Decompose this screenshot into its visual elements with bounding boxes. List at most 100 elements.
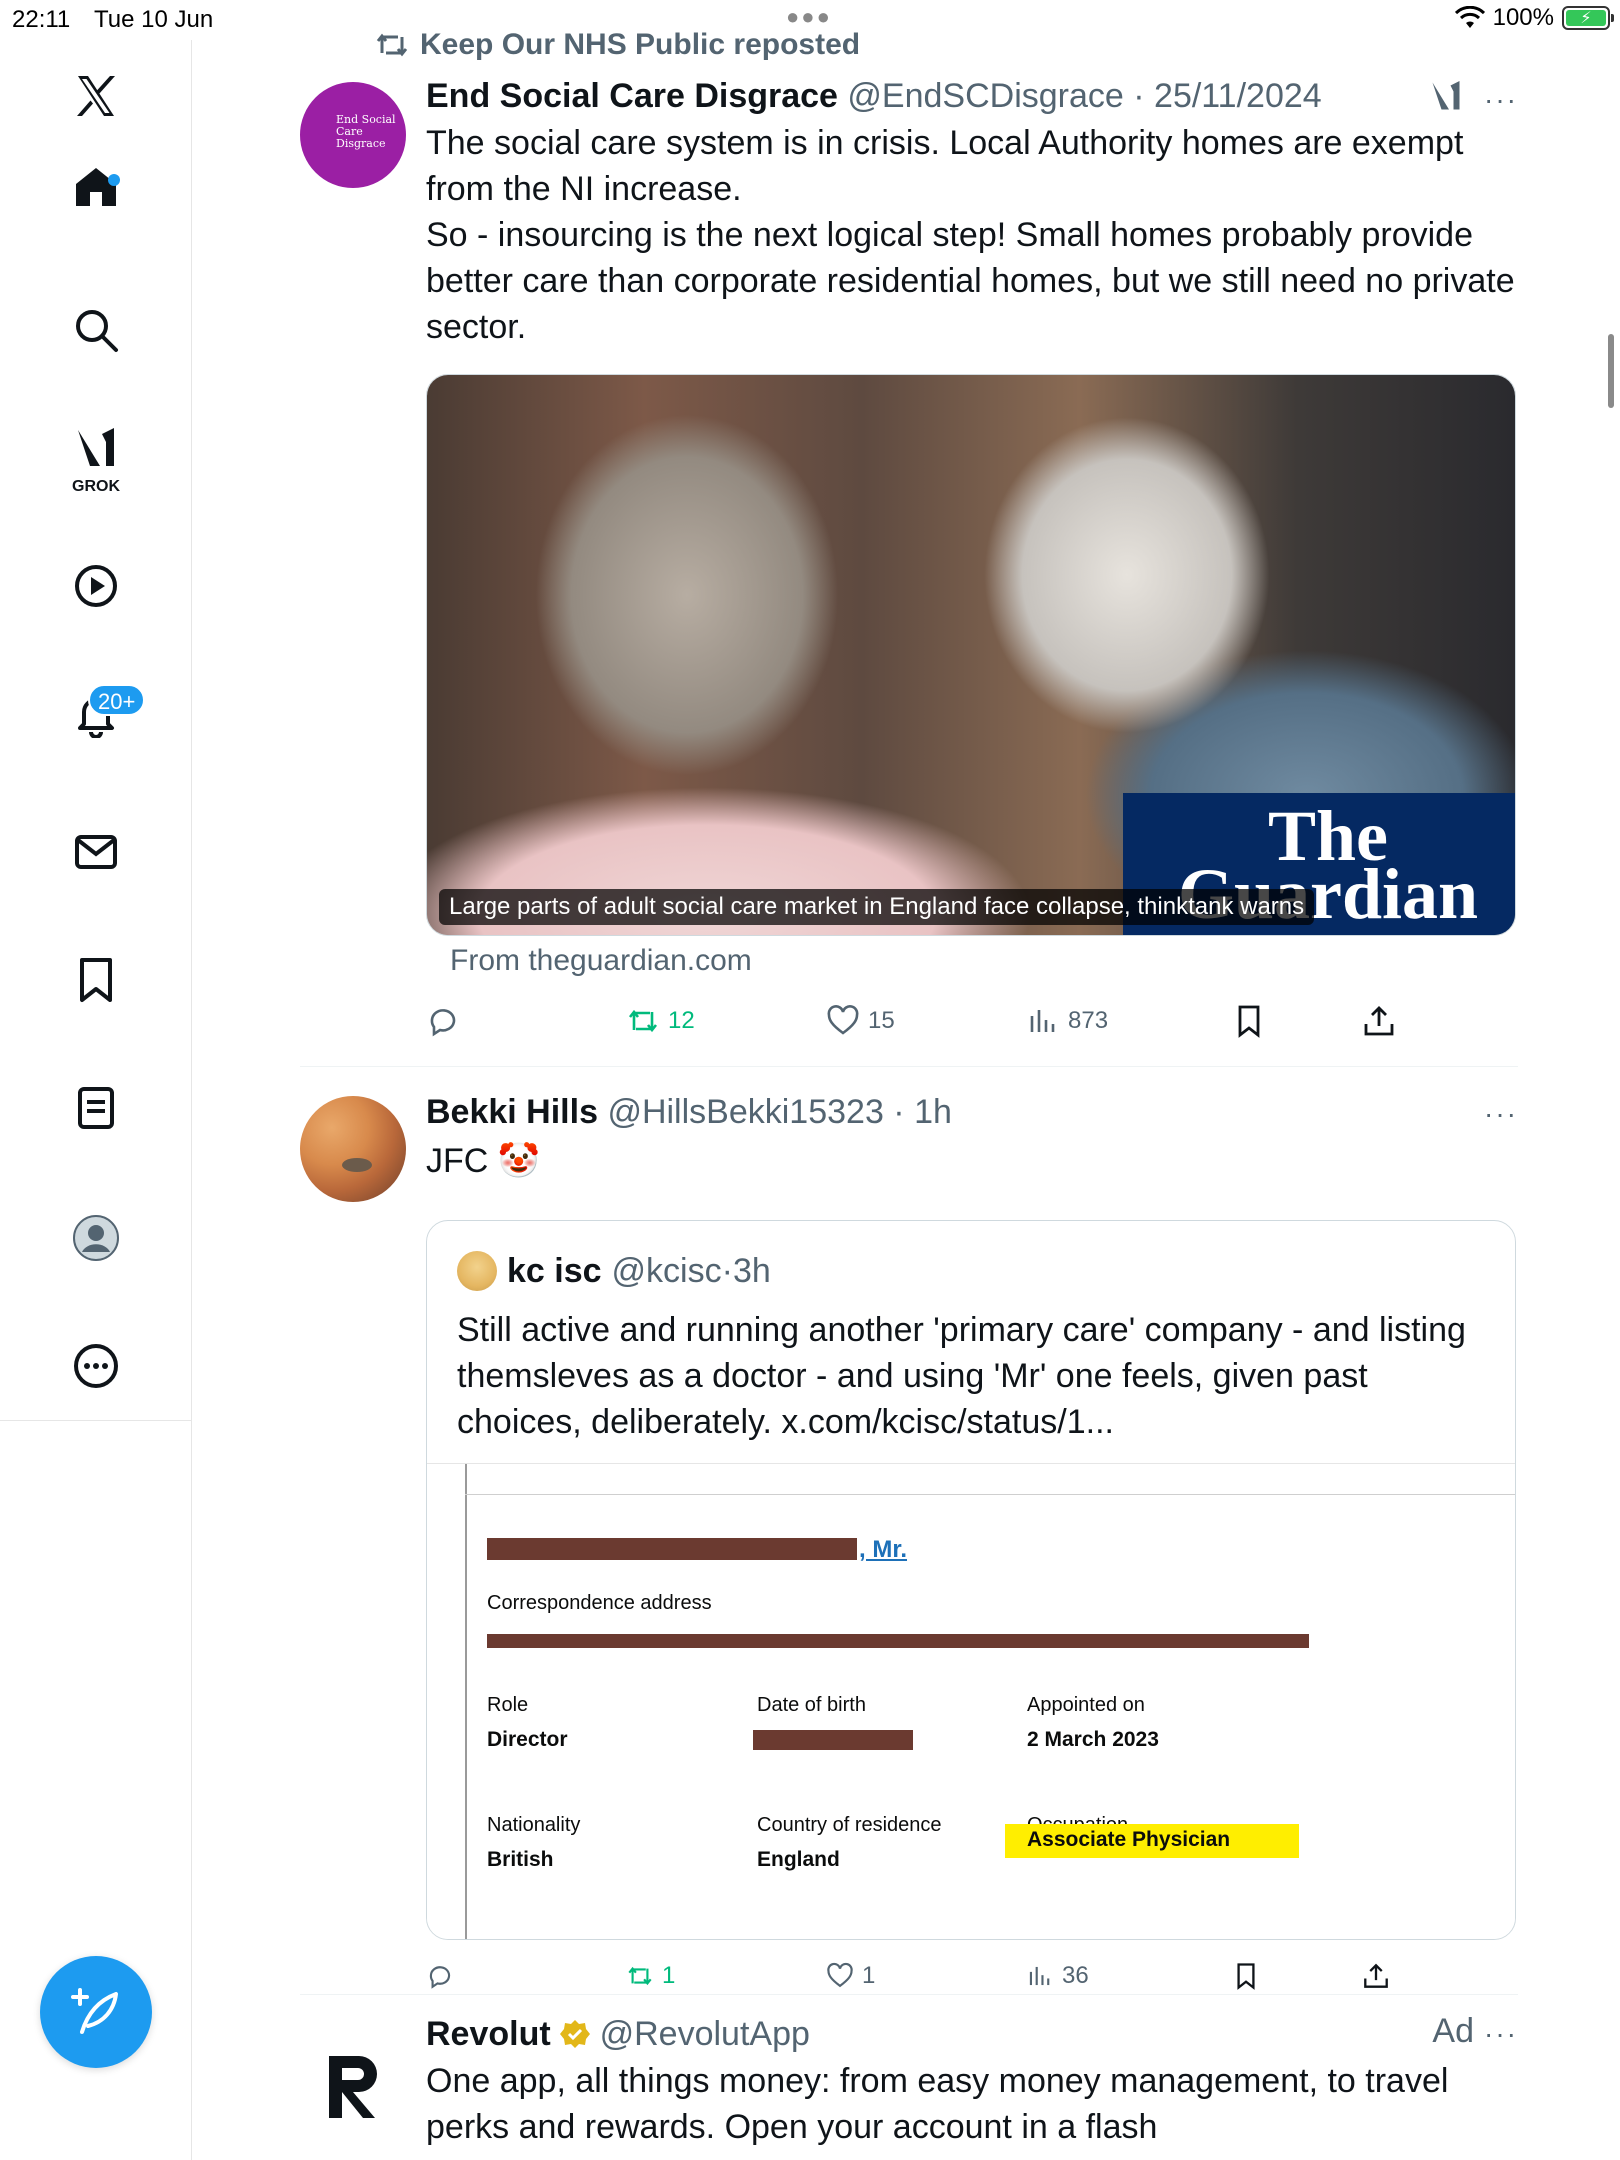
- doc-nationality-value: British: [487, 1848, 554, 1871]
- tweet-body: Bekki Hills @HillsBekki15323 · 1h JFC 🤡 …: [426, 1090, 1516, 1990]
- share-icon: [1364, 1006, 1394, 1036]
- redacted-address: [487, 1634, 1309, 1648]
- sidebar-divider: [0, 1420, 192, 1421]
- doc-name-suffix: , Mr.: [859, 1536, 908, 1563]
- quote-author-handle[interactable]: @kcisc: [612, 1252, 722, 1291]
- redacted-dob: [753, 1730, 913, 1750]
- repost-icon: [628, 1009, 658, 1033]
- share-button[interactable]: [1362, 1962, 1390, 1990]
- quoted-tweet[interactable]: kc isc @kcisc · 3h Still active and runnin…: [426, 1220, 1516, 1940]
- doc-role-value: Director: [487, 1728, 568, 1751]
- tweet-date[interactable]: 25/11/2024: [1154, 77, 1322, 115]
- reply-icon: [429, 1966, 451, 1989]
- home-icon[interactable]: [64, 154, 128, 218]
- notifications-count-badge: 20+: [88, 684, 146, 716]
- bookmark-button[interactable]: [1232, 1962, 1260, 1990]
- search-icon[interactable]: [64, 298, 128, 362]
- tweet-end-social-care-disgrace[interactable]: Keep Our NHS Public reposted End Social …: [300, 0, 1518, 1067]
- bookmarks-icon[interactable]: [64, 948, 128, 1012]
- doc-appointed-label: Appointed on: [1027, 1694, 1145, 1716]
- share-icon: [1364, 1963, 1388, 1988]
- tweet-more-button[interactable]: ···: [1484, 1098, 1518, 1130]
- views-button[interactable]: 873: [1026, 1004, 1108, 1038]
- like-button[interactable]: 15: [826, 1004, 895, 1038]
- doc-residence-label: Country of residence: [757, 1814, 942, 1836]
- like-count: 15: [868, 1007, 895, 1034]
- scrollbar-thumb[interactable]: [1608, 334, 1614, 408]
- author-handle[interactable]: @EndSCDisgrace: [847, 77, 1123, 115]
- quote-avatar[interactable]: [457, 1251, 497, 1291]
- views-button[interactable]: 36: [1026, 1962, 1089, 1990]
- author-handle[interactable]: @RevolutApp: [600, 2015, 810, 2053]
- feather-plus-icon: [71, 1988, 118, 2034]
- quote-author-name[interactable]: kc isc: [507, 1252, 602, 1291]
- sidebar-nav: GROK 20+: [0, 40, 192, 2160]
- tweet-time[interactable]: 1h: [914, 1093, 952, 1131]
- revolut-logo-icon[interactable]: [300, 2034, 406, 2140]
- card-source[interactable]: From theguardian.com: [450, 944, 752, 978]
- repost-indicator: Keep Our NHS Public reposted: [376, 28, 860, 62]
- grok-explain-icon[interactable]: [1428, 78, 1464, 119]
- author-name[interactable]: End Social Care Disgrace: [426, 77, 838, 115]
- share-button[interactable]: [1362, 1004, 1396, 1038]
- tweet-body: End Social Care Disgrace @EndSCDisgrace …: [426, 74, 1516, 1038]
- tweet-more-button[interactable]: ···: [1484, 84, 1518, 116]
- quote-time[interactable]: 3h: [733, 1252, 771, 1291]
- author-handle[interactable]: @HillsBekki15323: [607, 1093, 883, 1131]
- more-options-icon[interactable]: [64, 1334, 128, 1398]
- repost-icon: [376, 33, 408, 57]
- doc-role-label: Role: [487, 1694, 529, 1716]
- ad-text: One app, all things money: from easy mon…: [426, 2062, 1449, 2146]
- heart-icon: [827, 1005, 859, 1035]
- like-count: 1: [862, 1962, 876, 1989]
- tweet-actions: 12 15 873: [426, 1004, 1426, 1044]
- tweet-meta: Revolut @RevolutApp: [426, 2012, 1516, 2056]
- status-date: Tue 10 Jun: [94, 6, 214, 33]
- doc-occupation-value: Associate Physician: [1027, 1828, 1231, 1851]
- battery-icon: ⚡: [1562, 6, 1614, 30]
- views-chart-icon: [1029, 1966, 1050, 1986]
- bookmark-button[interactable]: [1232, 1004, 1266, 1038]
- views-count: 36: [1062, 1962, 1089, 1989]
- tweet-meta: End Social Care Disgrace @EndSCDisgrace …: [426, 77, 1322, 115]
- tweet-more-button[interactable]: ···: [1484, 2018, 1518, 2050]
- like-button[interactable]: 1: [826, 1962, 875, 1990]
- repost-button[interactable]: 1: [626, 1962, 675, 1990]
- heart-icon: [827, 1962, 853, 1988]
- repost-count: 1: [662, 1962, 676, 1989]
- reply-button[interactable]: [426, 1004, 468, 1038]
- redacted-name: [487, 1538, 857, 1560]
- repost-text: Keep Our NHS Public reposted: [420, 28, 861, 61]
- tweet-revolut-ad[interactable]: Revolut @RevolutApp One app, all things …: [300, 1994, 1518, 2160]
- profile-avatar-icon[interactable]: [64, 1206, 128, 1270]
- tweet-body: Revolut @RevolutApp One app, all things …: [426, 2012, 1516, 2150]
- link-card[interactable]: The Guardian Large parts of adult social…: [426, 374, 1516, 936]
- author-avatar[interactable]: [300, 1096, 406, 1202]
- doc-residence-value: England: [757, 1848, 840, 1871]
- author-avatar[interactable]: End Social Care Disgrace: [300, 82, 406, 188]
- doc-correspondence-label: Correspondence address: [487, 1592, 712, 1614]
- compose-post-button[interactable]: [40, 1956, 152, 2068]
- doc-left-rule: [465, 1464, 467, 1939]
- status-time: 22:11: [12, 6, 71, 33]
- quote-text: Still active and running another 'primar…: [457, 1311, 1466, 1441]
- lists-icon[interactable]: [64, 1076, 128, 1140]
- repost-count: 12: [668, 1007, 695, 1034]
- author-name[interactable]: Revolut: [426, 2015, 551, 2053]
- verified-badge-icon: [560, 2020, 591, 2048]
- tweet-bekki-hills[interactable]: Bekki Hills @HillsBekki15323 · 1h JFC 🤡 …: [300, 1066, 1518, 1995]
- bookmark-icon: [1237, 1963, 1255, 1990]
- x-logo-icon[interactable]: [64, 64, 128, 128]
- grok-icon[interactable]: [64, 416, 128, 480]
- messages-envelope-icon[interactable]: [64, 820, 128, 884]
- quote-document-image[interactable]: , Mr. Correspondence address Role Direct…: [427, 1463, 1515, 1939]
- repost-button[interactable]: 12: [626, 1004, 695, 1038]
- video-play-icon[interactable]: [64, 554, 128, 618]
- quote-meta: kc isc @kcisc · 3h: [457, 1251, 771, 1291]
- author-name[interactable]: Bekki Hills: [426, 1093, 598, 1131]
- home-unread-dot: [108, 174, 120, 186]
- reply-button[interactable]: [426, 1962, 462, 1990]
- repost-icon: [628, 1966, 652, 1986]
- ad-label: Ad: [1432, 2012, 1474, 2050]
- doc-top-rule: [465, 1494, 1515, 1495]
